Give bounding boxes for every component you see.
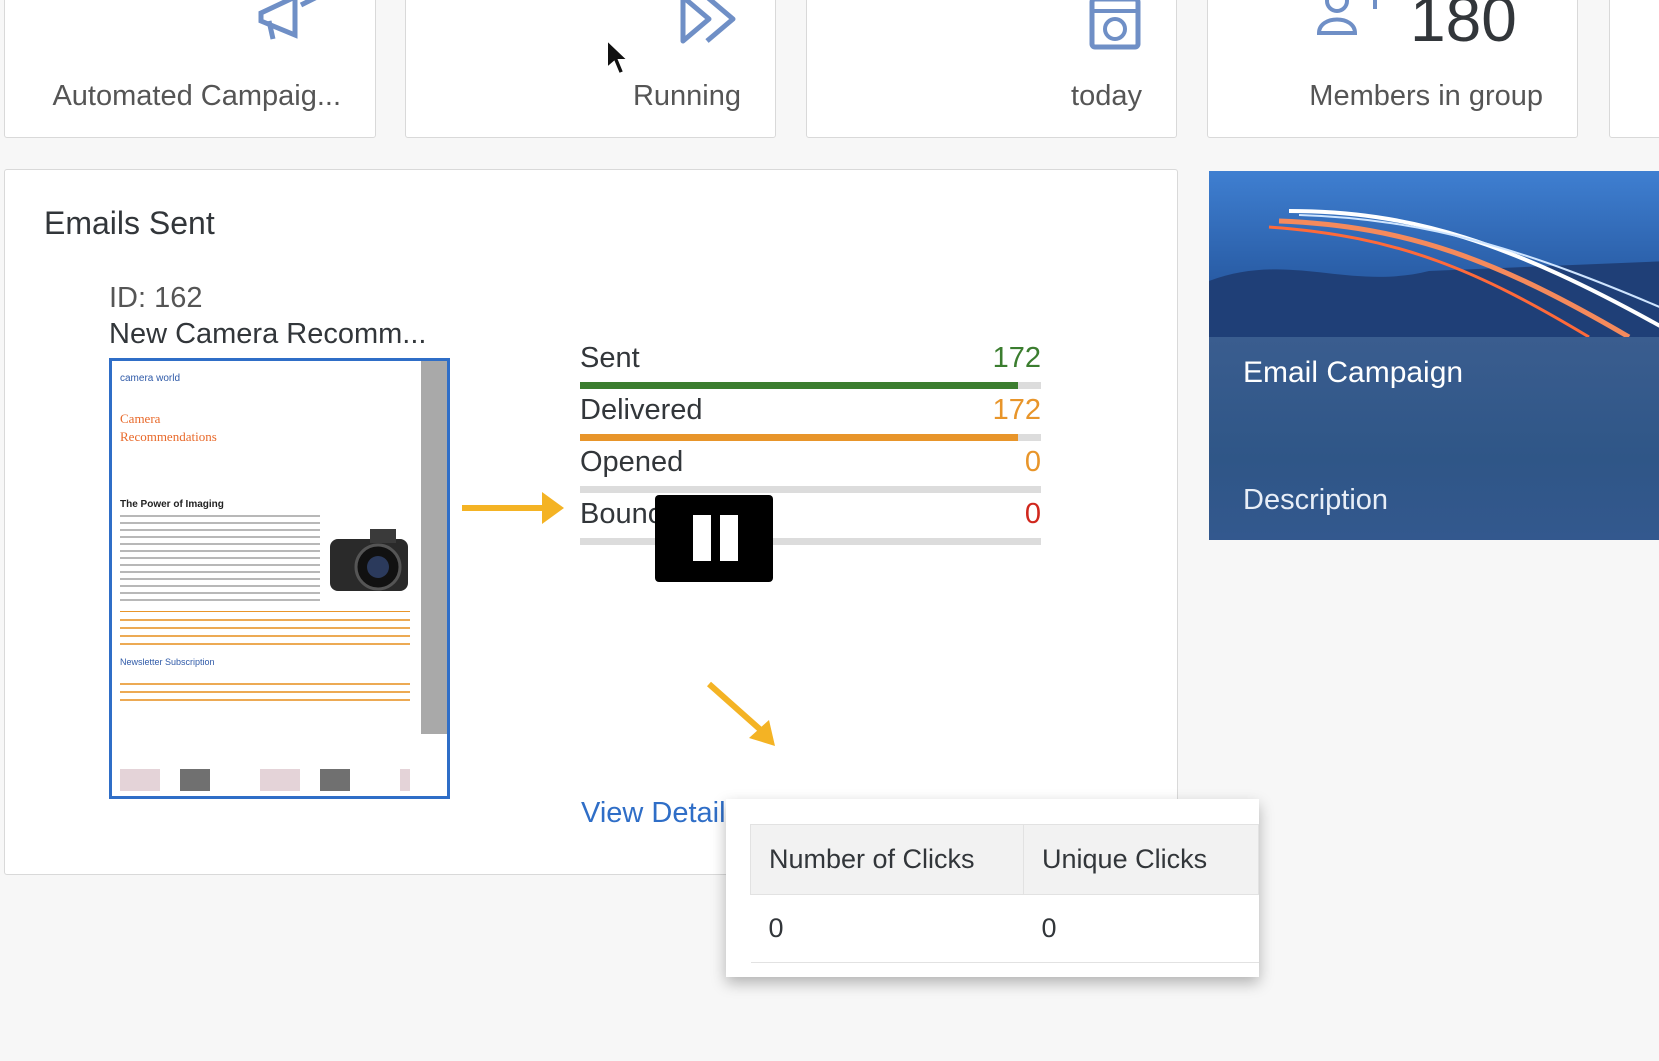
megaphone-icon bbox=[255, 0, 323, 48]
cell-number-of-clicks: 0 bbox=[750, 894, 1024, 963]
email-name: New Camera Recomm... bbox=[109, 318, 427, 350]
stat-bar-fill bbox=[580, 434, 1018, 441]
pause-bar-left bbox=[693, 515, 711, 561]
stat-name: Delivered bbox=[580, 394, 703, 426]
preview-headline-1: Camera bbox=[120, 411, 161, 426]
pause-bar-right bbox=[720, 515, 738, 561]
card-title: Emails Sent bbox=[44, 205, 215, 241]
stat-row-sent: Sent 172 bbox=[580, 342, 1041, 394]
email-preview-thumbnail[interactable]: camera world Camera Recommendations The … bbox=[109, 358, 450, 799]
stat-row-opened: Opened 0 bbox=[580, 446, 1041, 498]
preview-headline-2: Recommendations bbox=[120, 429, 217, 444]
tile-label: Running bbox=[632, 80, 741, 112]
stat-bar-track bbox=[580, 434, 1041, 441]
campaign-title: Email Campaign bbox=[1243, 356, 1464, 389]
tile-running[interactable]: Running bbox=[405, 0, 776, 138]
table-header-row: Number of Clicks Unique Clicks bbox=[749, 824, 1259, 895]
stat-row-bounced: Bounced 0 bbox=[580, 498, 1041, 550]
stat-name: Sent bbox=[580, 342, 640, 374]
table-row: 0 0 bbox=[750, 894, 1259, 963]
tile-partial[interactable] bbox=[1609, 0, 1659, 138]
stat-bar-track bbox=[580, 382, 1041, 389]
stat-bar-track bbox=[580, 486, 1041, 493]
preview-subhead: The Power of Imaging bbox=[120, 499, 224, 510]
arrow-down-right-icon bbox=[707, 681, 775, 746]
tile-automated-campaigns[interactable]: Automated Campaig... bbox=[4, 0, 376, 138]
arrow-right-icon bbox=[462, 492, 564, 524]
tile-label: Members in group bbox=[1309, 80, 1543, 112]
preview-orange-text-2 bbox=[120, 683, 410, 703]
preview-scrollbar[interactable] bbox=[421, 361, 447, 734]
preview-link: Newsletter Subscription bbox=[120, 657, 215, 667]
stat-value: 0 bbox=[1024, 446, 1041, 478]
email-campaign-card[interactable]: Email Campaign Description bbox=[1209, 171, 1659, 540]
email-id: ID: 162 bbox=[109, 282, 203, 314]
stat-row-delivered: Delivered 172 bbox=[580, 394, 1041, 446]
mouse-cursor-icon bbox=[606, 38, 631, 76]
stat-bar-track bbox=[580, 538, 1041, 545]
members-count: 180 bbox=[1410, 0, 1517, 55]
preview-body-text bbox=[120, 515, 320, 605]
tile-members-in-group[interactable]: Members in group bbox=[1207, 0, 1578, 138]
clicks-table: Number of Clicks Unique Clicks 0 0 bbox=[749, 824, 1259, 963]
header-unique-clicks[interactable]: Unique Clicks bbox=[1023, 824, 1259, 895]
preview-orange-text bbox=[120, 619, 410, 649]
group-members-icon bbox=[1316, 0, 1381, 40]
tile-label: Automated Campaig... bbox=[52, 80, 341, 112]
cell-unique-clicks: 0 bbox=[1023, 894, 1259, 963]
preview-camera-image bbox=[326, 519, 412, 597]
preview-brand: camera world bbox=[120, 373, 181, 384]
highway-banner-image bbox=[1209, 171, 1659, 337]
view-details-link[interactable]: View Details bbox=[581, 797, 740, 830]
preview-divider bbox=[120, 611, 410, 612]
tile-label: today bbox=[1071, 80, 1142, 112]
stat-bar-fill bbox=[580, 382, 1018, 389]
clicks-popover: Number of Clicks Unique Clicks 0 0 bbox=[726, 799, 1259, 977]
calendar-sync-icon bbox=[1088, 0, 1142, 56]
stat-name: Opened bbox=[580, 446, 684, 478]
tile-today[interactable]: today bbox=[806, 0, 1177, 138]
fast-forward-icon bbox=[679, 0, 741, 52]
header-number-of-clicks[interactable]: Number of Clicks bbox=[749, 824, 1025, 895]
pause-button[interactable] bbox=[655, 495, 773, 582]
campaign-description: Description bbox=[1243, 484, 1389, 516]
stat-value: 0 bbox=[1024, 498, 1041, 530]
stat-value: 172 bbox=[992, 342, 1041, 374]
stat-value: 172 bbox=[992, 394, 1041, 426]
preview-product-strip bbox=[120, 769, 410, 791]
